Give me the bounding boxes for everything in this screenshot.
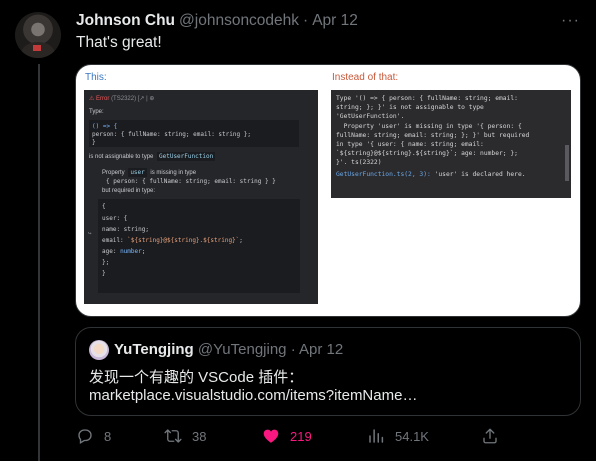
pretty-error-panel: ⚠ Error (TS2322) [↗ | ⊕ Type: () => { pe… [84, 90, 318, 304]
default-error-line: `${string}@${string}.${string}`; age: nu… [336, 150, 518, 158]
property-prefix: Property [102, 170, 125, 176]
quoted-tweet[interactable]: YuTengjing @YuTengjing · Apr 12 发现一个有趣的 … [75, 327, 581, 416]
req-line-4: email: `${string}@${string}.${string}`; [102, 237, 243, 244]
tweet-image[interactable]: This: Instead of that: ⚠ Error (TS2322) … [75, 64, 581, 317]
error-action-icons: [↗ | ⊕ [137, 96, 155, 102]
action-bar: 8 38 219 54.1K [76, 427, 497, 451]
default-error-line: Property 'user' is missing in type '{ pe… [336, 122, 522, 130]
quoted-author-name[interactable]: YuTengjing [114, 341, 194, 358]
type-line-3: } [92, 139, 96, 146]
arrow-icon: ↪ [88, 230, 92, 237]
but-required-text: but required in type: [102, 188, 156, 194]
avatar[interactable] [15, 12, 61, 58]
quoted-header: YuTengjing @YuTengjing · Apr 12 [114, 341, 343, 358]
views-icon [369, 429, 384, 443]
type-line-2: person: { fullName: string; email: strin… [92, 131, 251, 138]
quoted-separator: · [290, 341, 296, 358]
quoted-avatar[interactable] [89, 340, 109, 360]
required-code-block: { user: { name: string; email: `${string… [98, 199, 300, 293]
like-count: 219 [290, 428, 312, 444]
reply-count: 8 [104, 428, 112, 444]
quoted-link[interactable]: marketplace.visualstudio.com/items?itemN… [89, 387, 417, 404]
type-line-1: () => { [92, 123, 118, 130]
tweet-text: That's great! [76, 34, 162, 51]
target-type: GetUserFunction [157, 152, 216, 161]
declared-suffix: 'user' is declared here. [430, 170, 526, 178]
retweet-count: 38 [192, 428, 207, 444]
scrollbar[interactable] [565, 145, 569, 181]
req-line-1: { [102, 203, 106, 210]
more-options-icon[interactable]: ··· [561, 12, 580, 30]
author-handle[interactable]: @johnsoncodehk [179, 12, 299, 30]
tweet-date[interactable]: Apr 12 [312, 12, 358, 30]
req-line-5: age: number; [102, 248, 146, 255]
declared-link[interactable]: GetUserFunction.ts(2, 3): [336, 171, 431, 178]
tweet-header: Johnson Chu @johnsoncodehk · Apr 12 [76, 11, 580, 31]
retweet-button[interactable]: 38 [164, 427, 206, 445]
error-label: ⚠ Error [89, 96, 110, 102]
req-line-7: } [102, 270, 106, 277]
req-line-3: name: string; [102, 226, 149, 233]
share-icon [483, 428, 497, 444]
heart-icon [263, 429, 279, 443]
retweet-icon [164, 429, 182, 443]
reply-button[interactable]: 8 [76, 427, 111, 445]
missing-type: { person: { fullName: string; email: str… [106, 178, 276, 185]
default-error-line: in type '{ user: { name: string; email: [336, 141, 484, 149]
property-suffix: is missing in type [150, 170, 197, 176]
share-button[interactable] [481, 427, 509, 445]
avatar-badge [33, 45, 41, 51]
req-line-6: }; [102, 259, 110, 266]
quoted-text: 发现一个有趣的 VSCode 插件： [89, 369, 304, 386]
property-missing-line: Property user is missing in type [102, 168, 197, 177]
default-error-line: Type '() => { person: { fullName: string… [336, 95, 518, 102]
reply-icon [78, 429, 92, 444]
type-label: Type: [89, 109, 104, 115]
default-error-line: string; }; }' is not assignable to type [336, 104, 484, 112]
like-button[interactable]: 219 [262, 427, 312, 445]
declared-line: GetUserFunction.ts(2, 3): 'user' is decl… [336, 170, 566, 179]
separator-dot: · [303, 12, 309, 29]
not-assignable-text: is not assignable to type [89, 154, 154, 160]
property-name: user [128, 168, 147, 177]
default-error-line: }'. ts(2322) [336, 159, 382, 167]
left-caption: This: [85, 72, 107, 83]
default-error-line: fullName: string; email: string; }; }' b… [336, 131, 530, 139]
default-error-line: 'GetUserFunction'. [336, 113, 405, 121]
author-name[interactable]: Johnson Chu [76, 12, 175, 30]
default-error-panel: Type '() => { person: { fullName: string… [331, 90, 571, 198]
quoted-author-handle[interactable]: @YuTengjing [198, 341, 287, 358]
quoted-date[interactable]: Apr 12 [299, 341, 343, 358]
error-header: ⚠ Error (TS2322) [↗ | ⊕ [89, 95, 154, 102]
views-count: 54.1K [395, 428, 429, 444]
error-code: (TS2322) [111, 96, 137, 102]
type-code-block: () => { person: { fullName: string; emai… [89, 120, 299, 147]
right-caption: Instead of that: [332, 72, 399, 83]
req-line-2: user: { [102, 215, 128, 222]
views-button[interactable]: 54.1K [367, 427, 429, 445]
not-assignable-line: is not assignable to type GetUserFunctio… [89, 152, 216, 161]
thread-line [38, 64, 40, 461]
